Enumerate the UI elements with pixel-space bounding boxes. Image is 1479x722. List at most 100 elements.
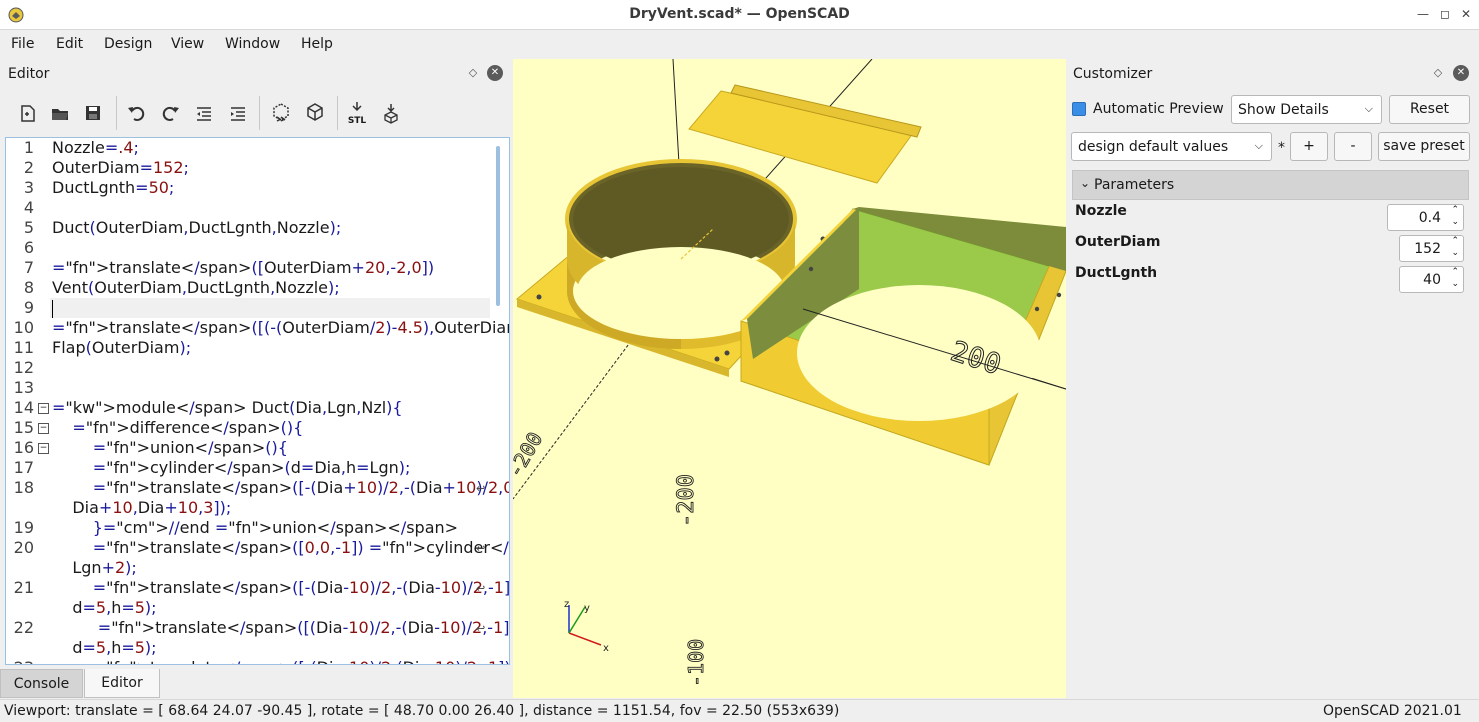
- export-stl-icon[interactable]: STL: [344, 100, 370, 126]
- model-render[interactable]: 200 -200 -200 -100 z y x: [513, 59, 1066, 698]
- indent-icon[interactable]: [225, 100, 251, 126]
- line-number: 3: [23, 178, 34, 197]
- remove-preset-button[interactable]: -: [1334, 132, 1372, 161]
- parameters-section-header[interactable]: ⌄ Parameters: [1072, 170, 1469, 200]
- 3d-viewport[interactable]: 200 -200 -200 -100 z y x: [513, 59, 1066, 698]
- line-number: 8: [23, 278, 34, 297]
- code-line: DuctLgnth=50;: [52, 178, 175, 197]
- line-number: 14: [13, 398, 34, 417]
- menu-design[interactable]: Design: [104, 36, 152, 52]
- line-wrap-icon: ↩: [476, 622, 486, 635]
- status-bar: Viewport: translate = [ 68.64 24.07 -90.…: [0, 699, 1479, 722]
- automatic-preview-label: Automatic Preview: [1093, 101, 1224, 117]
- tab-editor[interactable]: Editor: [84, 669, 160, 698]
- preset-select-value: design default values: [1078, 139, 1229, 155]
- code-line: ="fn">translate</span>([0,0,-1]) ="fn">c…: [92, 538, 509, 557]
- code-line: ="fn">translate</span>([-(Dia+10)/2,-(Di…: [92, 478, 509, 497]
- param-value-ductlgnth: 40: [1423, 272, 1441, 288]
- chevron-down-icon: ⌵: [1364, 102, 1373, 115]
- menu-window[interactable]: Window: [225, 36, 280, 52]
- redo-icon[interactable]: [157, 100, 183, 126]
- minimize-icon[interactable]: —: [1416, 7, 1430, 21]
- code-line: ="fn">translate</span>([-(Dia-10)/2,(Dia…: [52, 658, 509, 664]
- code-line: Nozzle=.4;: [52, 138, 139, 157]
- float-panel-icon[interactable]: ◇: [467, 67, 479, 79]
- render-icon[interactable]: [302, 100, 328, 126]
- viewport-info: Viewport: translate = [ 68.64 24.07 -90.…: [4, 703, 840, 719]
- axis-label-z: z: [564, 599, 569, 610]
- line-number: 20: [13, 538, 34, 557]
- save-icon[interactable]: [80, 100, 106, 126]
- preset-select[interactable]: design default values ⌵: [1071, 132, 1272, 161]
- spin-arrows-icon[interactable]: ⌃ ⌄: [1451, 266, 1459, 290]
- line-number: 5: [23, 218, 34, 237]
- title-bar: DryVent.scad* — OpenSCAD — ◻ ✕: [0, 0, 1479, 30]
- reset-button[interactable]: Reset: [1389, 95, 1470, 124]
- undo-icon[interactable]: [124, 100, 150, 126]
- line-number: 11: [13, 338, 34, 357]
- param-input-outerdiam[interactable]: 152 ⌃ ⌄: [1399, 235, 1464, 262]
- line-number: 23: [6, 658, 34, 664]
- param-label-ductlgnth: DuctLgnth: [1075, 265, 1158, 281]
- code-line: OuterDiam=152;: [52, 158, 189, 177]
- add-preset-button[interactable]: +: [1290, 132, 1328, 161]
- line-number: 19: [13, 518, 34, 537]
- param-input-ductlgnth[interactable]: 40 ⌃ ⌄: [1399, 266, 1464, 293]
- line-wrap-icon: ↩: [476, 482, 486, 495]
- line-wrap-icon: ↩: [476, 582, 486, 595]
- axis-label-x: x: [603, 643, 609, 654]
- spin-arrows-icon[interactable]: ⌃ ⌄: [1451, 235, 1459, 259]
- close-window-icon[interactable]: ✕: [1459, 7, 1473, 21]
- send-to-print-icon[interactable]: [378, 100, 404, 126]
- code-line: ="fn">union</span>(){: [92, 438, 288, 457]
- code-line: d=5,h=5);: [52, 638, 157, 657]
- spin-arrows-icon[interactable]: ⌃ ⌄: [1451, 204, 1459, 228]
- current-line-highlight: [50, 298, 490, 318]
- code-line: ="fn">translate</span>([(-(OuterDiam/2)-…: [52, 318, 509, 337]
- code-line: }="cm">//end ="fn">union</span></span>: [92, 518, 459, 537]
- line-number: 17: [13, 458, 34, 477]
- close-customizer-icon[interactable]: ✕: [1453, 65, 1469, 81]
- menu-file[interactable]: File: [11, 36, 34, 52]
- new-icon[interactable]: [14, 100, 40, 126]
- preset-modified-marker: *: [1278, 140, 1285, 156]
- svg-text:-200: -200: [674, 474, 699, 527]
- unindent-icon[interactable]: [191, 100, 217, 126]
- fold-toggle-icon[interactable]: −: [38, 443, 49, 454]
- param-input-nozzle[interactable]: 0.4 ⌃ ⌄: [1387, 204, 1464, 231]
- fold-toggle-icon[interactable]: −: [38, 423, 49, 434]
- preview-icon[interactable]: [268, 100, 294, 126]
- line-number: 21: [13, 578, 34, 597]
- menu-edit[interactable]: Edit: [56, 36, 83, 52]
- tab-console[interactable]: Console: [0, 669, 83, 698]
- float-customizer-icon[interactable]: ◇: [1432, 67, 1444, 79]
- close-panel-icon[interactable]: ✕: [487, 65, 503, 81]
- automatic-preview-checkbox[interactable]: [1072, 102, 1086, 116]
- line-number: 22: [13, 618, 34, 637]
- export-stl-label: STL: [347, 116, 367, 126]
- open-icon[interactable]: [47, 100, 73, 126]
- line-number: 12: [13, 358, 34, 377]
- code-editor[interactable]: 1 Nozzle=.4; 2 OuterDiam=152; 3 DuctLgnth=50;…: [5, 137, 510, 665]
- details-select[interactable]: Show Details ⌵: [1231, 95, 1382, 124]
- editor-scrollbar[interactable]: [496, 146, 500, 306]
- svg-text:-200: -200: [513, 428, 547, 482]
- line-number: 7: [23, 258, 34, 277]
- code-line: Vent(OuterDiam,DuctLgnth,Nozzle);: [52, 278, 340, 297]
- editor-tabs: Console Editor: [0, 669, 510, 699]
- save-preset-button[interactable]: save preset: [1378, 132, 1470, 161]
- code-line: ="fn">difference</span>(){: [72, 418, 304, 437]
- code-line: ="kw">module</span> Duct(Dia,Lgn,Nzl){: [52, 398, 403, 417]
- line-number: 10: [13, 318, 34, 337]
- text-cursor: [52, 300, 53, 318]
- param-label-outerdiam: OuterDiam: [1075, 234, 1161, 250]
- line-number: 6: [23, 238, 34, 257]
- line-number: 16: [13, 438, 34, 457]
- fold-toggle-icon[interactable]: −: [38, 403, 49, 414]
- maximize-icon[interactable]: ◻: [1438, 7, 1452, 21]
- chevron-down-icon: ⌄: [1080, 176, 1091, 190]
- menu-view[interactable]: View: [171, 36, 204, 52]
- menu-help[interactable]: Help: [301, 36, 333, 52]
- code-line: d=5,h=5);: [52, 598, 157, 617]
- svg-text:-100: -100: [684, 639, 708, 687]
